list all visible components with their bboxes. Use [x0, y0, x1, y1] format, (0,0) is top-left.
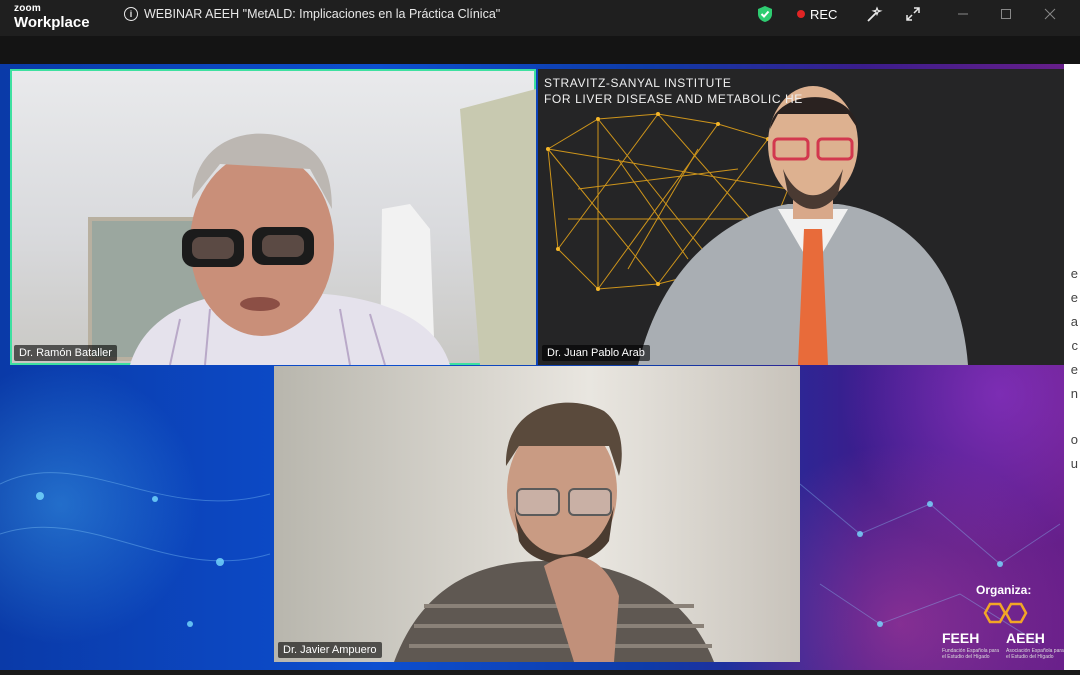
brand-bottom: Workplace: [14, 14, 90, 31]
participant-name: Dr. Javier Ampuero: [278, 642, 382, 658]
strip-text: n: [1070, 386, 1078, 401]
rec-label: REC: [810, 6, 838, 22]
organizer-logos: FEEH AEEH Fundación Española para el Est…: [940, 600, 1076, 662]
background-text-line: FOR LIVER DISEASE AND METABOLIC HE: [544, 92, 803, 106]
title-bar: zoom Workplace i WEBINAR AEEH "MetALD: I…: [0, 0, 1080, 36]
strip-text: o: [1070, 432, 1078, 447]
zoom-logo: zoom Workplace: [14, 3, 90, 31]
close-icon[interactable]: [1042, 6, 1058, 22]
maximize-icon[interactable]: [998, 6, 1014, 22]
strip-text: a: [1070, 314, 1078, 329]
strip-text: e: [1070, 266, 1078, 281]
participant-name: Dr. Juan Pablo Arab: [542, 345, 650, 361]
toolbar-strip: [0, 36, 1080, 64]
aeeh-subtitle: Asociación Española para el Estudio del …: [1006, 648, 1064, 660]
brand-top: zoom: [14, 3, 41, 14]
strip-text: c: [1071, 338, 1079, 353]
recording-indicator[interactable]: REC: [797, 0, 837, 28]
video-tile-juan-pablo-arab[interactable]: STRAVITZ-SANYAL INSTITUTE FOR LIVER DISE…: [538, 69, 1064, 365]
shield-check-icon[interactable]: [757, 5, 773, 23]
video-tile-ramon-bataller[interactable]: Dr. Ramón Bataller: [10, 69, 536, 365]
background-app-strip: e e a c e n o u: [1064, 64, 1080, 670]
participant-video: [546, 86, 968, 365]
background-text-line: STRAVITZ-SANYAL INSTITUTE: [544, 76, 732, 90]
info-icon[interactable]: i: [124, 7, 138, 21]
strip-text: u: [1070, 456, 1078, 471]
fullscreen-icon[interactable]: [905, 6, 921, 22]
meeting-title: WEBINAR AEEH "MetALD: Implicaciones en l…: [144, 7, 501, 21]
recording-dot-icon: [797, 10, 805, 18]
video-tile-javier-ampuero[interactable]: Dr. Javier Ampuero: [274, 366, 800, 662]
aeeh-name: AEEH: [1006, 630, 1045, 646]
feeh-subtitle: Fundación Española para el Estudio del H…: [942, 648, 999, 660]
strip-text: e: [1070, 290, 1078, 305]
organizer-label: Organiza:: [976, 583, 1032, 597]
participant-video: [394, 402, 714, 662]
background-institute-text: STRAVITZ-SANYAL INSTITUTE FOR LIVER DISE…: [544, 75, 803, 107]
strip-text: e: [1070, 362, 1078, 377]
magic-wand-icon[interactable]: [865, 6, 883, 24]
bottom-edge: [0, 670, 1080, 675]
meeting-info[interactable]: i WEBINAR AEEH "MetALD: Implicaciones en…: [124, 0, 500, 28]
participant-name: Dr. Ramón Bataller: [14, 345, 117, 361]
hexagon-logo-icon: [983, 602, 1028, 624]
minimize-icon[interactable]: [955, 6, 971, 22]
participant-video: [88, 89, 536, 365]
feeh-name: FEEH: [942, 630, 980, 646]
